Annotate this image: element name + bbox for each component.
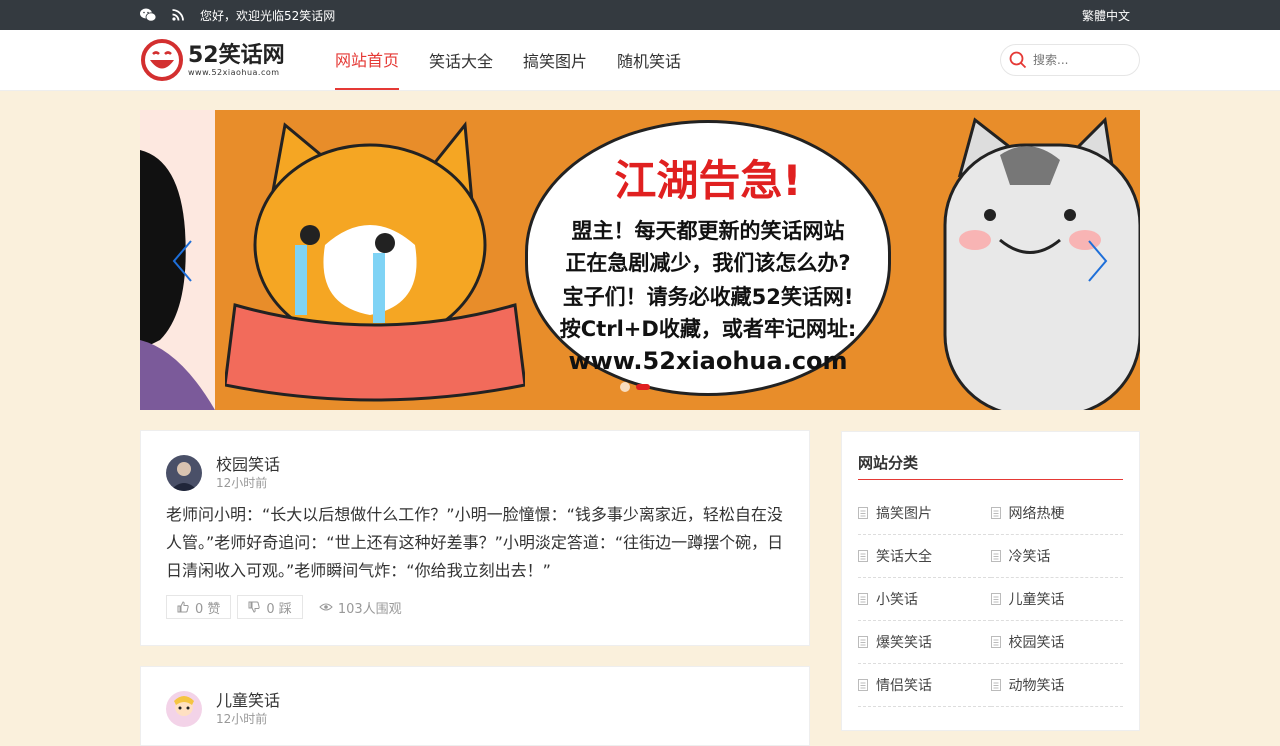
thumbs-up-icon — [177, 601, 189, 613]
top-bar: 您好，欢迎光临52笑话网 繁體中文 — [0, 0, 1280, 30]
dislike-button[interactable]: 0 踩 — [237, 595, 303, 619]
banner-line-1: 盟主！每天都更新的笑话网站 — [571, 219, 845, 243]
rss-icon[interactable] — [170, 7, 186, 23]
sidebar-category-label: 爆笑笑话 — [876, 635, 932, 651]
sidebar-category-item[interactable]: 搞笑图片 — [858, 492, 991, 535]
sidebar-category-item[interactable]: 儿童笑话 — [990, 578, 1123, 621]
sidebar-category-label: 搞笑图片 — [876, 506, 932, 522]
document-icon — [990, 507, 1001, 519]
sidebar-category-label: 冷笑话 — [1008, 549, 1051, 565]
banner-prev-arrow[interactable] — [168, 238, 196, 284]
banner-line-4: 按Ctrl+D收藏，或者牢记网址: — [559, 317, 857, 341]
search-icon[interactable] — [1009, 51, 1027, 69]
banner-next-arrow[interactable] — [1084, 238, 1112, 284]
thumbs-down-icon — [248, 601, 261, 613]
post-card: 校园笑话 12小时前 老师问小明：“长大以后想做什么工作？”小明一脸憧憬：“钱多… — [140, 430, 810, 646]
traditional-chinese-link[interactable]: 繁體中文 — [1082, 7, 1130, 24]
sidebar-category-label: 情侣笑话 — [876, 678, 932, 694]
logo-smiley-icon — [141, 39, 183, 81]
welcome-text: 您好，欢迎光临52笑话网 — [200, 8, 336, 23]
banner-line-3: 宝子们！请务必收藏52笑话网! — [562, 285, 854, 309]
sidebar-category-item[interactable]: 动物笑话 — [990, 664, 1123, 707]
avatar[interactable] — [166, 455, 202, 491]
search-box — [1000, 44, 1140, 76]
nav-jokes[interactable]: 笑话大全 — [429, 30, 493, 90]
sidebar-title: 网站分类 — [858, 452, 1123, 480]
sidebar-category-label: 动物笑话 — [1008, 678, 1065, 694]
category-sidebar: 网站分类 搞笑图片 网络热梗笑话大全 冷笑话小笑话 儿童笑话爆笑笑话 校园笑话情侣笑话 动… — [841, 431, 1140, 731]
post-card: 儿童笑话 12小时前 — [140, 666, 810, 746]
sidebar-category-label: 网络热梗 — [1008, 506, 1065, 522]
banner-dot-2[interactable] — [636, 384, 650, 390]
document-icon — [858, 550, 868, 562]
logo-url: www.52xiaohua.com — [188, 67, 280, 77]
logo-title: 52笑话网 — [188, 42, 285, 68]
post-category[interactable]: 校园笑话 — [216, 455, 280, 475]
site-header: 52笑话网 www.52xiaohua.com 网站首页 笑话大全 搞笑图片 随… — [0, 30, 1280, 91]
sidebar-category-item[interactable]: 情侣笑话 — [858, 664, 991, 707]
post-content[interactable]: 老师问小明：“长大以后想做什么工作？”小明一脸憧憬：“钱多事少离家近，轻松自在没… — [166, 501, 784, 585]
sidebar-category-label: 校园笑话 — [1008, 635, 1065, 651]
nav-random-joke[interactable]: 随机笑话 — [617, 30, 681, 90]
sidebar-category-item[interactable]: 冷笑话 — [990, 535, 1123, 578]
avatar[interactable] — [166, 691, 202, 727]
chevron-right-icon — [1088, 240, 1108, 282]
sidebar-category-item[interactable]: 笑话大全 — [858, 535, 991, 578]
post-category[interactable]: 儿童笑话 — [216, 691, 280, 711]
sidebar-category-item[interactable]: 校园笑话 — [990, 621, 1123, 664]
banner-url: www.52xiaohua.com — [568, 347, 848, 375]
eye-icon — [319, 603, 333, 611]
main-nav: 网站首页 笑话大全 搞笑图片 随机笑话 — [335, 30, 711, 90]
document-icon — [858, 679, 868, 691]
search-input[interactable] — [1031, 52, 1125, 68]
sidebar-category-item[interactable]: 小笑话 — [858, 578, 991, 621]
sidebar-category-label: 儿童笑话 — [1008, 592, 1065, 608]
like-button[interactable]: 0 赞 — [166, 595, 232, 619]
sidebar-category-item[interactable]: 爆笑笑话 — [858, 621, 991, 664]
wechat-icon[interactable] — [140, 7, 156, 23]
document-icon — [990, 636, 1001, 648]
banner-line-2: 正在急剧减少，我们该怎么办? — [565, 251, 851, 275]
chevron-left-icon — [172, 240, 192, 282]
post-time: 12小时前 — [216, 712, 268, 726]
view-count: 103人围观 — [319, 598, 402, 617]
document-icon — [990, 593, 1001, 605]
category-list: 搞笑图片 网络热梗笑话大全 冷笑话小笑话 儿童笑话爆笑笑话 校园笑话情侣笑话 动物笑话 — [858, 492, 1123, 707]
sidebar-category-label: 笑话大全 — [876, 549, 932, 565]
document-icon — [858, 636, 868, 648]
banner-carousel[interactable]: 江湖告急! 盟主！每天都更新的笑话网站 正在急剧减少，我们该怎么办? 宝子们！请… — [140, 110, 1140, 410]
sidebar-category-label: 小笑话 — [876, 592, 918, 608]
document-icon — [858, 593, 868, 605]
nav-funny-images[interactable]: 搞笑图片 — [523, 30, 587, 90]
nav-home[interactable]: 网站首页 — [335, 30, 400, 90]
document-icon — [990, 550, 1001, 562]
dislike-count: 0 踩 — [266, 601, 292, 617]
banner-pagination — [620, 382, 656, 392]
like-count: 0 赞 — [195, 601, 221, 617]
site-logo[interactable]: 52笑话网 www.52xiaohua.com — [140, 38, 330, 82]
banner-dot-1[interactable] — [620, 382, 630, 392]
document-icon — [990, 679, 1001, 691]
crying-dog-illustration — [225, 121, 525, 402]
post-time: 12小时前 — [216, 476, 268, 490]
sidebar-category-item[interactable]: 网络热梗 — [990, 492, 1123, 535]
document-icon — [858, 507, 868, 519]
banner-title: 江湖告急! — [614, 156, 802, 205]
banner-speech-bubble: 江湖告急! 盟主！每天都更新的笑话网站 正在急剧减少，我们该怎么办? 宝子们！请… — [525, 120, 891, 396]
view-count-text: 103人围观 — [337, 601, 402, 617]
